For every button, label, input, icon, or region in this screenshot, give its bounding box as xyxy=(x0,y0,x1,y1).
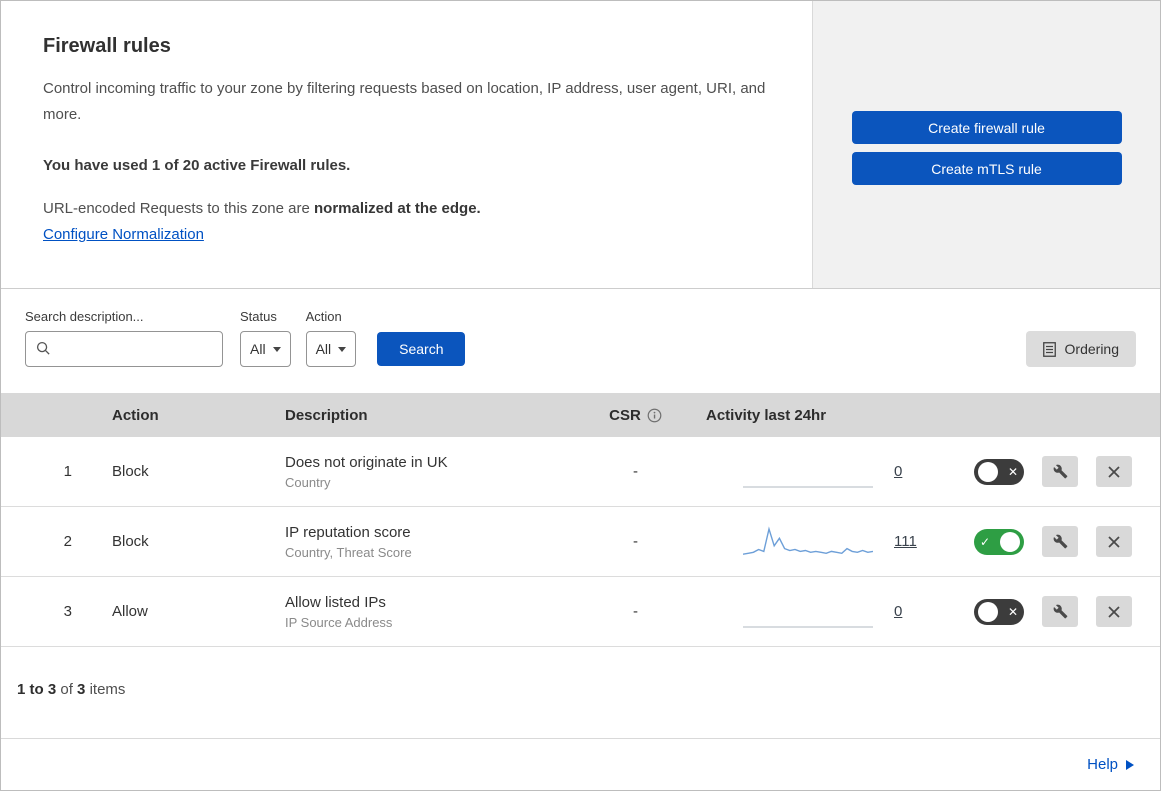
rule-enabled-toggle[interactable] xyxy=(974,458,1024,485)
toggle-state-icon xyxy=(978,535,992,549)
edit-rule-button[interactable] xyxy=(1042,596,1078,627)
rule-priority: 1 xyxy=(63,463,72,480)
rule-criteria: IP Source Address xyxy=(285,614,393,630)
status-value: All xyxy=(250,341,266,357)
delete-rule-button[interactable] xyxy=(1096,456,1132,487)
status-filter-group: Status All xyxy=(240,309,291,367)
normalization-bold: normalized at the edge. xyxy=(314,199,481,217)
items-range: 1 to 3 xyxy=(17,681,57,698)
chevron-down-icon xyxy=(338,346,347,352)
page-header: Firewall rules Control incoming traffic … xyxy=(1,1,1160,289)
close-icon xyxy=(1108,605,1120,618)
rule-csr: - xyxy=(633,463,638,480)
page-description: Control incoming traffic to your zone by… xyxy=(43,80,766,124)
search-button[interactable]: Search xyxy=(377,332,466,366)
csr-label: CSR xyxy=(609,406,641,424)
rule-criteria: Country, Threat Score xyxy=(285,544,412,560)
activity-sparkline xyxy=(743,525,873,555)
delete-rule-button[interactable] xyxy=(1096,526,1132,557)
column-header-description: Description xyxy=(285,406,368,424)
wrench-icon xyxy=(1053,534,1067,549)
table-row: 2 Block IP reputation score Country, Thr… xyxy=(1,507,1160,577)
rule-csr: - xyxy=(633,603,638,620)
delete-rule-button[interactable] xyxy=(1096,596,1132,627)
search-icon xyxy=(36,341,50,355)
create-firewall-rule-button[interactable]: Create firewall rule xyxy=(851,111,1122,144)
search-label: Search description... xyxy=(25,309,144,324)
header-text-panel: Firewall rules Control incoming traffic … xyxy=(1,1,812,288)
close-icon xyxy=(1108,535,1120,548)
normalization-notice: URL-encoded Requests to this zone are no… xyxy=(43,200,772,217)
edit-rule-button[interactable] xyxy=(1042,456,1078,487)
toggle-state-icon xyxy=(1006,605,1020,619)
wrench-icon xyxy=(1053,464,1067,479)
help-label: Help xyxy=(1087,756,1118,773)
toggle-knob xyxy=(978,601,998,622)
help-bar: Help xyxy=(1,738,1160,790)
rule-action: Block xyxy=(112,533,149,550)
ordering-list-icon xyxy=(1042,341,1056,357)
create-mtls-rule-button[interactable]: Create mTLS rule xyxy=(851,152,1122,185)
filter-toolbar: Search description... Status All Action … xyxy=(1,289,1160,393)
caret-right-icon xyxy=(1126,759,1134,770)
header-actions-panel: Create firewall rule Create mTLS rule xyxy=(812,1,1160,288)
activity-count-link[interactable]: 0 xyxy=(894,463,902,480)
rule-action: Block xyxy=(112,463,149,480)
edit-rule-button[interactable] xyxy=(1042,526,1078,557)
action-value: All xyxy=(315,341,332,357)
activity-count-link[interactable]: 0 xyxy=(894,603,902,620)
column-header-action: Action xyxy=(112,406,159,424)
help-link[interactable]: Help xyxy=(1087,756,1134,773)
toggle-knob xyxy=(978,461,998,482)
info-icon[interactable] xyxy=(647,408,662,423)
firewall-rules-page: Firewall rules Control incoming traffic … xyxy=(0,0,1161,791)
rule-priority: 2 xyxy=(63,533,72,550)
table-row: 1 Block Does not originate in UK Country… xyxy=(1,437,1160,507)
activity-count-link[interactable]: 111 xyxy=(894,533,917,550)
action-filter-group: Action All xyxy=(305,309,357,367)
rule-csr: - xyxy=(633,533,638,550)
chevron-down-icon xyxy=(272,346,281,352)
column-header-csr: CSR xyxy=(580,407,691,424)
column-header-activity: Activity last 24hr xyxy=(706,406,827,424)
rule-description: Does not originate in UK xyxy=(285,453,448,471)
items-summary: 1 to 3 of 3 items xyxy=(17,681,126,698)
ordering-label: Ordering xyxy=(1064,341,1119,357)
search-input[interactable] xyxy=(25,331,223,367)
toggle-state-icon xyxy=(1006,465,1020,479)
action-label: Action xyxy=(305,309,342,324)
page-title: Firewall rules xyxy=(43,35,171,57)
rule-action: Allow xyxy=(112,603,148,620)
rule-criteria: Country xyxy=(285,474,331,490)
wrench-icon xyxy=(1053,604,1067,619)
close-icon xyxy=(1108,465,1120,478)
rule-description: IP reputation score xyxy=(285,523,411,541)
search-box xyxy=(25,331,223,367)
rule-description: Allow listed IPs xyxy=(285,593,386,611)
status-dropdown[interactable]: All xyxy=(240,331,291,367)
search-group: Search description... xyxy=(25,309,223,367)
table-row: 3 Allow Allow listed IPs IP Source Addre… xyxy=(1,577,1160,647)
rule-enabled-toggle[interactable] xyxy=(974,528,1024,555)
firewall-rules-table: Action Description CSR Activity last 24h… xyxy=(1,393,1160,647)
toggle-knob xyxy=(1000,531,1020,552)
usage-notice: You have used 1 of 20 active Firewall ru… xyxy=(43,156,351,174)
ordering-button[interactable]: Ordering xyxy=(1025,331,1136,367)
normalization-text: URL-encoded Requests to this zone are xyxy=(43,199,310,217)
status-label: Status xyxy=(240,309,277,324)
table-header: Action Description CSR Activity last 24h… xyxy=(1,393,1160,437)
configure-normalization-link[interactable]: Configure Normalization xyxy=(43,226,204,243)
activity-sparkline xyxy=(743,625,873,628)
activity-sparkline xyxy=(743,485,873,488)
action-dropdown[interactable]: All xyxy=(305,331,357,367)
rule-enabled-toggle[interactable] xyxy=(974,598,1024,625)
rule-priority: 3 xyxy=(63,603,72,620)
items-total: 3 xyxy=(77,681,86,698)
